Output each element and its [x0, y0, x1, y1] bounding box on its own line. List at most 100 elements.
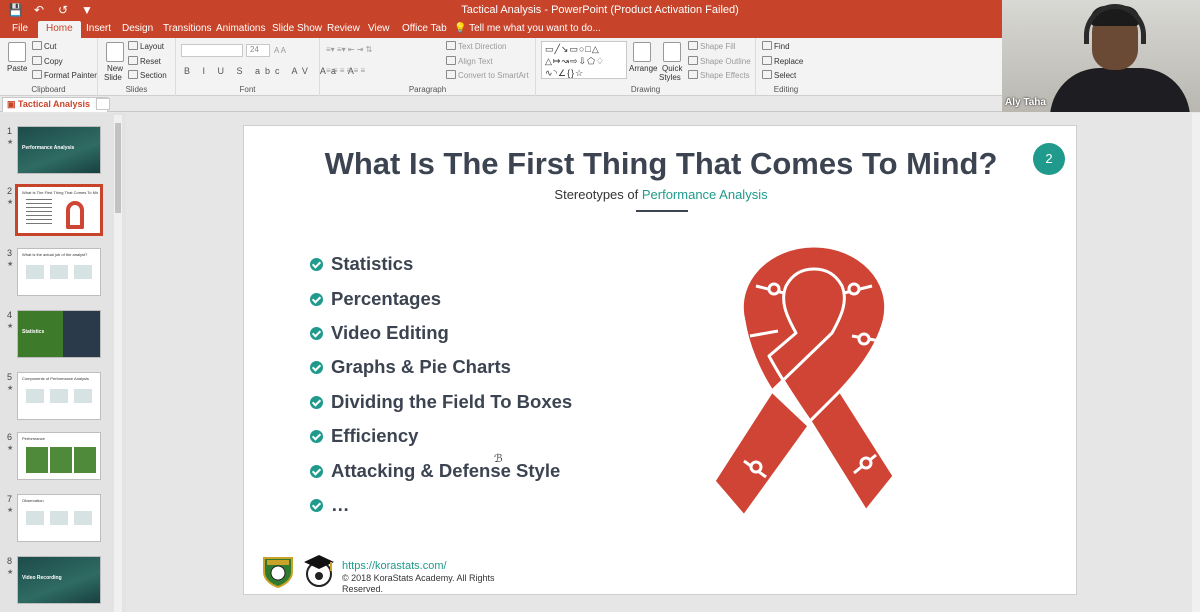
replace-label: Replace — [774, 57, 804, 66]
copy-label: Copy — [44, 57, 63, 66]
bullet-item[interactable]: Efficiency — [310, 425, 418, 447]
tab-view[interactable]: View — [368, 23, 390, 34]
text-direction-icon — [446, 41, 456, 50]
thumbnail-title: Statistics — [22, 329, 45, 335]
replace-button[interactable]: Replace — [762, 56, 803, 66]
find-label: Find — [774, 42, 790, 51]
tab-transitions[interactable]: Transitions — [163, 23, 212, 34]
slide-thumbnail-8[interactable]: Video Recording — [17, 556, 101, 604]
paste-icon[interactable] — [8, 42, 26, 62]
bullet-item[interactable]: Statistics — [310, 253, 413, 275]
thumbnail-bullet-line — [26, 199, 52, 200]
smartart-icon — [446, 70, 456, 79]
slide-title[interactable]: What Is The First Thing That Comes To Mi… — [244, 146, 1078, 182]
scrollbar-thumb[interactable] — [115, 123, 121, 213]
font-grow-icon[interactable]: A A — [274, 46, 286, 55]
new-slide-label-1[interactable]: New — [107, 64, 123, 73]
shape-fill-button[interactable]: Shape Fill — [688, 41, 736, 51]
title-underline — [636, 210, 688, 212]
check-circle-icon — [310, 464, 323, 478]
slide-thumbnail-5[interactable]: Components of Performance Analysis — [17, 372, 101, 420]
slide-thumbnail-3[interactable]: What is the actual job of the analyst? — [17, 248, 101, 296]
quick-styles-label-2[interactable]: Styles — [659, 73, 681, 82]
text-cursor-icon: ℬ — [494, 453, 503, 465]
bullet-item[interactable]: Dividing the Field To Boxes — [310, 391, 572, 413]
bullet-text: Statistics — [331, 253, 414, 274]
text-direction-button[interactable]: Text Direction — [446, 41, 506, 51]
align-text-button[interactable]: Align Text — [446, 56, 493, 66]
section-icon — [128, 70, 138, 79]
tab-file[interactable]: File — [12, 23, 28, 34]
thumbnail-title: Video Recording — [22, 575, 62, 581]
select-icon — [762, 70, 772, 79]
reset-button[interactable]: Reset — [128, 56, 161, 66]
bullet-item[interactable]: Video Editing — [310, 322, 449, 344]
bullet-item[interactable]: Attacking & Defense Style — [310, 460, 560, 482]
new-slide-label-2[interactable]: Slide — [104, 73, 122, 82]
slide-subtitle[interactable]: Stereotypes of Performance Analysis — [244, 187, 1078, 202]
list-buttons-icon[interactable]: ≡▾ ≡▾ ⇤ ⇥ ⇅ — [326, 45, 372, 54]
thumbnail-block — [74, 447, 96, 473]
font-name-field[interactable] — [181, 44, 243, 57]
editing-group: Find Replace Select Editing — [756, 38, 816, 96]
thumbnail-block — [26, 265, 44, 279]
format-painter-button[interactable]: Format Painter — [32, 70, 97, 80]
convert-smartart-label: Convert to SmartArt — [458, 71, 529, 80]
slides-label: Slides — [125, 85, 148, 94]
thumbnail-block — [50, 389, 68, 403]
shape-outline-button[interactable]: Shape Outline — [688, 56, 751, 66]
find-button[interactable]: Find — [762, 41, 790, 51]
tab-office-tab[interactable]: Office Tab — [402, 23, 447, 34]
thumbnail-bullet-line — [26, 203, 52, 204]
new-tab-button[interactable] — [96, 98, 110, 110]
tab-insert[interactable]: Insert — [86, 23, 111, 34]
check-circle-icon — [310, 326, 323, 340]
tab-slide-show[interactable]: Slide Show — [272, 23, 322, 34]
bullet-text: … — [331, 494, 350, 515]
thumbnail-bullet-line — [26, 207, 52, 208]
ribbon-left-tail — [714, 389, 811, 518]
slide-thumbnail-7[interactable]: Observation — [17, 494, 101, 542]
font-size-field[interactable]: 24 — [246, 44, 270, 57]
editor-scrollbar[interactable] — [1192, 113, 1200, 612]
slide-canvas[interactable]: What Is The First Thing That Comes To Mi… — [243, 125, 1077, 595]
section-button[interactable]: Section — [128, 70, 167, 80]
slide-thumbnail-6[interactable]: Performance — [17, 432, 101, 480]
arrange-icon[interactable] — [633, 42, 651, 62]
bullet-item[interactable]: Percentages — [310, 288, 441, 310]
tell-me-box[interactable]: 💡 Tell me what you want to do... — [454, 23, 601, 34]
shapes-gallery[interactable]: ▭╱↘▭○□△ △↦↝⇨⇩⬠♢ ∿◝∠{}☆ — [541, 41, 627, 79]
arrange-button[interactable]: Arrange — [629, 64, 657, 73]
footer-link[interactable]: https://korastats.com/ — [342, 560, 447, 572]
select-button[interactable]: Select — [762, 70, 796, 80]
quick-styles-label-1[interactable]: Quick — [662, 64, 682, 73]
reset-icon — [128, 56, 138, 65]
font-label: Font — [239, 85, 256, 94]
slide-thumbnail-4[interactable]: Statistics — [17, 310, 101, 358]
find-icon — [762, 41, 772, 50]
quick-styles-icon[interactable] — [663, 42, 681, 62]
convert-smartart-button[interactable]: Convert to SmartArt — [446, 70, 529, 80]
cut-button[interactable]: Cut — [32, 41, 56, 51]
bullet-item[interactable]: Graphs & Pie Charts — [310, 356, 511, 378]
bullet-item[interactable]: … — [310, 494, 350, 516]
slide-number-badge: 2 — [1033, 143, 1065, 175]
tab-animations[interactable]: Animations — [216, 23, 265, 34]
align-text-label: Align Text — [458, 57, 493, 66]
subtitle-prefix: Stereotypes of — [554, 187, 639, 202]
paste-button[interactable]: Paste — [7, 64, 27, 73]
thumbnail-scrollbar[interactable] — [114, 115, 122, 612]
layout-button[interactable]: Layout — [128, 41, 164, 51]
tab-review[interactable]: Review — [327, 23, 360, 34]
club-crest-logo — [263, 557, 293, 588]
slide-thumbnail-1[interactable]: Performance Analysis — [17, 126, 101, 174]
tab-design[interactable]: Design — [122, 23, 153, 34]
shape-effects-button[interactable]: Shape Effects — [688, 70, 750, 80]
align-buttons-icon[interactable]: ≡ ≡ ≡ ≡ ≡ ≡ — [326, 66, 365, 75]
copy-button[interactable]: Copy — [32, 56, 63, 66]
webcam-overlay: Aly Taha — [1002, 0, 1200, 112]
new-slide-icon[interactable] — [106, 42, 124, 62]
document-tab[interactable]: ▣ Tactical Analysis× — [2, 97, 109, 112]
tab-home[interactable]: Home — [38, 21, 81, 38]
slide-thumbnail-2[interactable]: What Is The First Thing That Comes To Mi… — [15, 184, 103, 236]
